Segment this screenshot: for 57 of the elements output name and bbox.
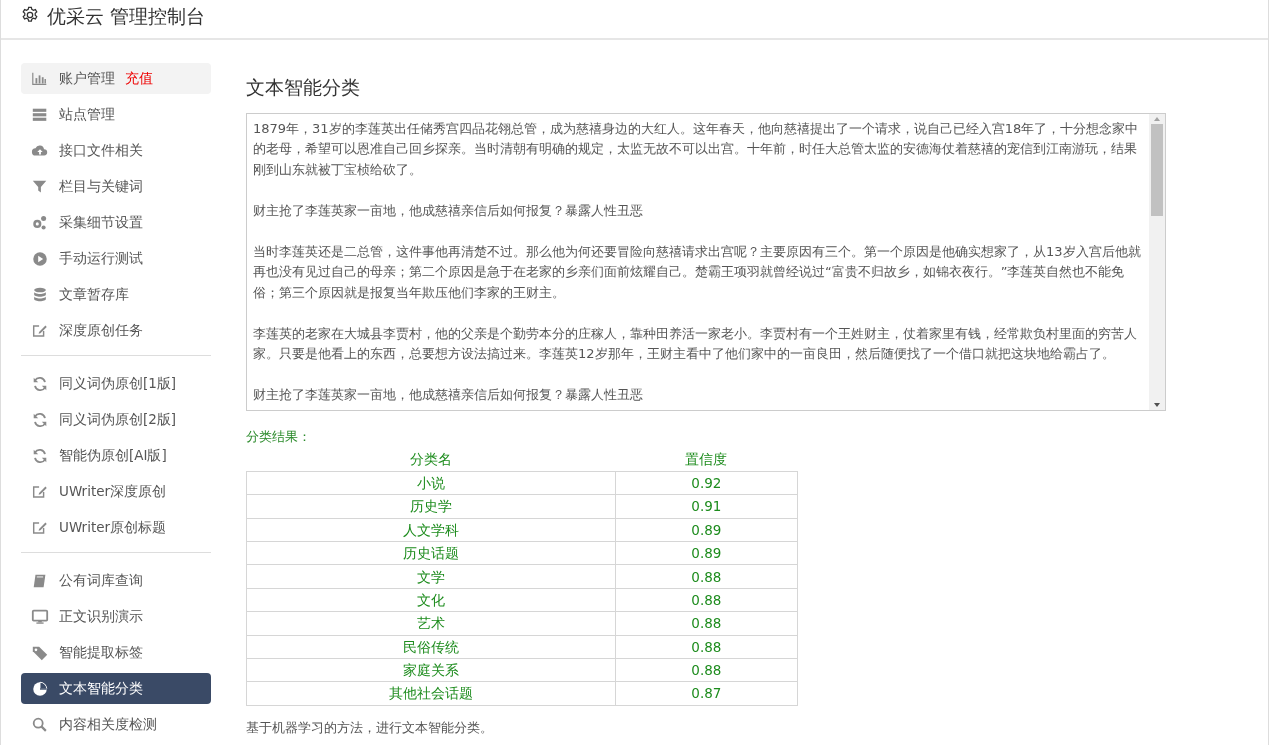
table-cell: 人文学科 <box>246 518 616 542</box>
table-cell: 0.89 <box>615 541 798 565</box>
settings-icon <box>21 6 39 24</box>
table-cell: 0.88 <box>615 658 798 682</box>
sidebar-item[interactable]: 栏目与关键词 <box>21 171 211 202</box>
search-icon <box>31 715 49 734</box>
table-cell: 0.88 <box>615 611 798 636</box>
sidebar-item-label: 账户管理 <box>59 69 115 89</box>
sidebar-item[interactable]: 采集细节设置 <box>21 207 211 238</box>
sidebar-item[interactable]: 接口文件相关 <box>21 135 211 166</box>
sidebar-item[interactable]: 同义词伪原创[1版] <box>21 368 211 399</box>
table-cell: 艺术 <box>246 611 616 636</box>
table-cell: 历史话题 <box>246 541 616 565</box>
table-cell: 民俗传统 <box>246 635 616 659</box>
table-cell: 0.88 <box>615 564 798 589</box>
play-circle-icon <box>31 249 49 268</box>
refresh-icon <box>31 410 49 429</box>
sidebar-item[interactable]: 智能伪原创[AI版] <box>21 440 211 471</box>
sidebar-item[interactable]: 正文识别演示 <box>21 601 211 632</box>
table-cell: 文学 <box>246 564 616 589</box>
sidebar-item[interactable]: 公有词库查询 <box>21 565 211 596</box>
table-cell: 历史学 <box>246 494 616 519</box>
sidebar-item[interactable]: UWriter原创标题 <box>21 512 211 543</box>
recharge-link[interactable]: 充值 <box>125 68 153 89</box>
sidebar-item[interactable]: UWriter深度原创 <box>21 476 211 507</box>
refresh-icon <box>31 374 49 393</box>
column-header: 置信度 <box>615 448 798 472</box>
page-title: 文本智能分类 <box>246 75 361 100</box>
sidebar-item[interactable]: 文章暂存库 <box>21 279 211 310</box>
text-input-field[interactable]: 1879年，31岁的李莲英出任储秀宫四品花翎总管，成为慈禧身边的大红人。这年春天，他向慈禧提出了一个请求，说自己已经入宫18年了，十分想念家中的老母，希望可以恩准自己回乡探亲。当时清朝有明确的规定，太监无故不可以出宫。十年前，时任大总管太监的安德海仗着慈禧的宠信到江南游玩，结果刚到山东就被丁宝桢给砍了。 财主抢了李莲英家一亩地，他成慈禧亲信后如何报复？暴露人性丑恶 当时李莲英还是二总管，这件事他再清楚不过。那么他为何还要冒险向慈禧请求出宫呢？主要原因有三个。第一个原因是他确实想家了，从13岁入宫后他就再也没有见过自己的母亲；第二个原因是急于在老家的乡亲们面前炫耀自己。楚霸王项羽就曾经说过“富贵不归故乡，如锦衣夜行。”李莲英自然也不能免俗；第三个原因就是报复当年欺压他们李家的王财主。 李莲英的老家在大城县李贾村，他的父亲是个勤劳本分的庄稼人，靠种田养活一家老小。李贾村有一个王姓财主，仗着家里有钱，经常欺负村里面的穷苦人家。只要是他看上的东西，总要想方设法搞过来。李莲英12岁那年，王财主看中了他们家中的一亩良田，然后随便找了一个借口就把这块地给霸占了。 财主抢了李莲英家一亩地，他成慈禧亲信后如何报复？暴露人性丑恶 <box>246 112 1166 411</box>
sidebar-item[interactable]: 站点管理 <box>21 99 211 130</box>
table-cell: 0.91 <box>615 494 798 519</box>
table-cell: 0.92 <box>615 471 798 495</box>
sidebar-item[interactable]: 深度原创任务 <box>21 315 211 346</box>
sidebar-item[interactable]: 智能提取标签 <box>21 637 211 668</box>
table-cell: 小说 <box>246 471 616 495</box>
sidebar-item[interactable]: 账户管理 充值 <box>21 63 211 94</box>
result-label: 分类结果： <box>246 427 312 446</box>
console-title: 优采云 管理控制台 <box>47 4 206 29</box>
database-icon <box>31 285 49 304</box>
description-text: 基于机器学习的方法，进行文本智能分类。 <box>246 718 494 737</box>
monitor-icon <box>31 607 49 626</box>
table-cell: 其他社会话题 <box>246 681 616 706</box>
sidebar-item[interactable]: 内容相关度检测 <box>21 709 211 740</box>
table-cell: 家庭关系 <box>246 658 616 682</box>
sidebar-item[interactable]: 手动运行测试 <box>21 243 211 274</box>
table-cell: 0.87 <box>615 681 798 706</box>
sidebar-item[interactable]: 同义词伪原创[2版] <box>21 404 211 435</box>
table-cell: 0.89 <box>615 518 798 542</box>
sidebar-item[interactable]: 文本智能分类 <box>21 673 211 704</box>
table-cell: 文化 <box>246 588 616 612</box>
table-cell: 0.88 <box>615 588 798 612</box>
refresh-icon <box>31 446 49 465</box>
pie-chart-icon <box>31 679 49 698</box>
table-cell: 0.88 <box>615 635 798 659</box>
scrollbar-thumb[interactable] <box>1151 123 1163 216</box>
column-header: 分类名 <box>246 448 616 472</box>
